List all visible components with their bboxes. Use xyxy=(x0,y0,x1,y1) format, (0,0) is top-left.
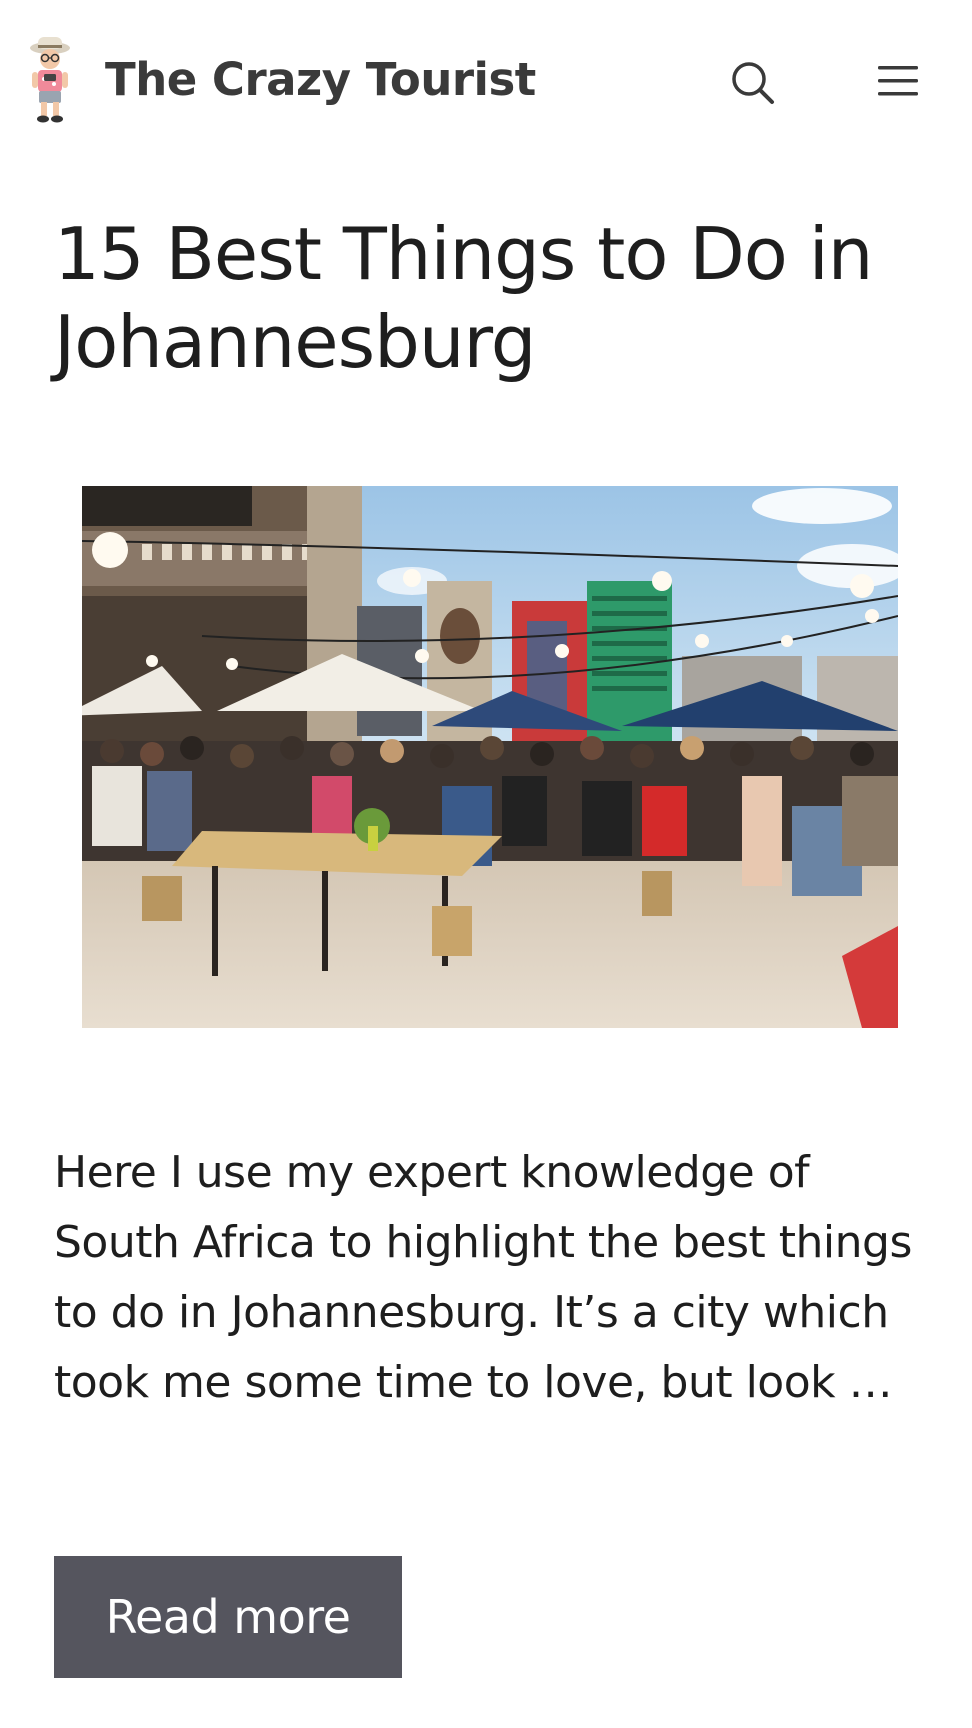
site-title[interactable]: The Crazy Tourist xyxy=(105,52,536,108)
tourist-mascot-icon[interactable] xyxy=(24,34,76,126)
search-icon xyxy=(732,62,774,104)
search-button[interactable] xyxy=(725,55,781,111)
read-more-button[interactable]: Read more xyxy=(54,1556,402,1678)
article-title[interactable]: 15 Best Things to Do in Johannesburg xyxy=(54,210,934,386)
site-header: The Crazy Tourist xyxy=(0,0,972,160)
featured-image[interactable] xyxy=(82,486,898,1028)
hamburger-menu-icon xyxy=(878,66,918,96)
featured-photo xyxy=(82,486,898,1028)
menu-toggle-button[interactable] xyxy=(872,55,928,111)
article-excerpt: Here I use my expert knowledge of South … xyxy=(54,1147,912,1408)
